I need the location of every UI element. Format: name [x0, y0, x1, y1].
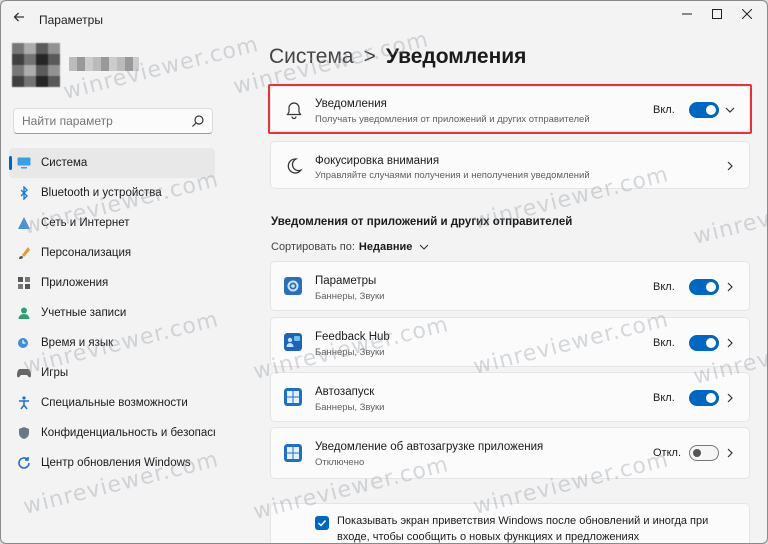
sidebar-item-personalization[interactable]: Персонализация	[9, 238, 215, 268]
app-title: Параметры	[39, 13, 103, 27]
arrow-left-icon	[13, 12, 24, 22]
breadcrumb-separator: >	[363, 45, 376, 68]
chevron-right-icon[interactable]	[725, 393, 735, 403]
app-status: Баннеры, Звуки	[315, 402, 385, 413]
search-box[interactable]	[13, 108, 213, 134]
focus-assist-subtitle: Управляйте случаями получения и неполуче…	[315, 170, 590, 181]
network-icon	[17, 216, 31, 230]
chevron-right-icon[interactable]	[725, 161, 735, 171]
back-button[interactable]	[11, 10, 27, 26]
app-card-autoplay[interactable]: Автозапуск Баннеры, Звуки Вкл.	[270, 372, 750, 422]
chevron-right-icon[interactable]	[725, 338, 735, 348]
sidebar-item-label: Система	[41, 157, 88, 169]
sidebar-item-label: Bluetooth и устройства	[41, 187, 162, 199]
page-title: Уведомления	[385, 45, 527, 68]
sidebar-item-apps[interactable]: Приложения	[9, 268, 215, 298]
section-heading: Уведомления от приложений и других отпра…	[271, 216, 573, 228]
sidebar-item-accessibility[interactable]: Специальные возможности	[9, 388, 215, 418]
sidebar-item-label: Специальные возможности	[41, 397, 188, 409]
welcome-experience-card: Показывать экран приветствия Windows пос…	[270, 503, 750, 543]
system-icon	[17, 156, 31, 170]
time-language-icon	[17, 336, 31, 350]
sidebar-item-label: Конфиденциальность и безопасность	[41, 427, 215, 439]
accessibility-icon	[17, 396, 31, 410]
close-button[interactable]	[731, 5, 763, 25]
breadcrumb: Система > Уведомления	[269, 45, 526, 69]
maximize-button[interactable]	[701, 5, 733, 25]
settings-window: Параметры Система Bluetooth и устройства…	[0, 0, 768, 544]
chevron-right-icon[interactable]	[725, 282, 735, 292]
app-status: Отключено	[315, 457, 365, 468]
app-card-startup[interactable]: Уведомление об автозагрузке приложения О…	[270, 427, 750, 479]
sidebar-item-windows-update[interactable]: Центр обновления Windows	[9, 448, 215, 478]
minimize-icon	[682, 13, 692, 15]
sidebar-item-label: Приложения	[41, 277, 109, 289]
startup-app-icon	[284, 444, 304, 464]
chevron-down-icon[interactable]	[419, 242, 429, 252]
app-name: Автозапуск	[315, 386, 375, 398]
settings-gear-app-icon	[284, 277, 304, 297]
sidebar-nav: Система Bluetooth и устройства Сеть и Ин…	[9, 148, 215, 478]
sidebar-item-label: Персонализация	[41, 247, 132, 259]
app-card-feedback-hub[interactable]: Feedback Hub Баннеры, Звуки Вкл.	[270, 317, 750, 367]
apps-icon	[17, 276, 31, 290]
sidebar-item-label: Время и язык	[41, 337, 114, 349]
focus-assist-title: Фокусировка внимания	[315, 155, 440, 167]
app-state-label: Откл.	[653, 447, 682, 459]
checkmark-icon	[317, 519, 327, 527]
app-toggle[interactable]	[689, 335, 719, 351]
focus-assist-card[interactable]: Фокусировка внимания Управляйте случаями…	[270, 141, 750, 189]
maximize-icon	[712, 9, 722, 19]
accounts-icon	[17, 306, 31, 320]
app-toggle[interactable]	[689, 390, 719, 406]
sidebar-item-label: Игры	[41, 367, 69, 379]
app-toggle[interactable]	[689, 445, 719, 461]
app-state-label: Вкл.	[653, 337, 675, 349]
search-icon[interactable]	[191, 114, 205, 128]
privacy-shield-icon	[17, 426, 31, 440]
sidebar-item-label: Сеть и Интернет	[41, 217, 130, 229]
chevron-right-icon[interactable]	[725, 448, 735, 458]
sidebar-item-label: Учетные записи	[41, 307, 127, 319]
app-name: Параметры	[315, 275, 377, 287]
app-name: Feedback Hub	[315, 331, 390, 343]
bluetooth-icon	[17, 186, 31, 200]
sidebar-item-label: Центр обновления Windows	[41, 457, 191, 469]
sidebar-item-accounts[interactable]: Учетные записи	[9, 298, 215, 328]
app-name: Уведомление об автозагрузке приложения	[315, 441, 544, 453]
sort-label: Сортировать по:	[271, 241, 355, 253]
highlight-frame	[268, 84, 752, 134]
sidebar-item-network[interactable]: Сеть и Интернет	[9, 208, 215, 238]
moon-icon	[287, 158, 303, 174]
sort-value[interactable]: Недавние	[359, 241, 412, 253]
sidebar-item-privacy[interactable]: Конфиденциальность и безопасность	[9, 418, 215, 448]
app-state-label: Вкл.	[653, 281, 675, 293]
sidebar-item-bluetooth[interactable]: Bluetooth и устройства	[9, 178, 215, 208]
sort-dropdown[interactable]: Сортировать по: Недавние	[271, 241, 429, 253]
windows-update-icon	[17, 456, 31, 470]
app-status: Баннеры, Звуки	[315, 347, 385, 358]
breadcrumb-parent[interactable]: Система	[269, 45, 354, 68]
welcome-experience-checkbox[interactable]	[315, 516, 329, 530]
app-card-settings[interactable]: Параметры Баннеры, Звуки Вкл.	[270, 261, 750, 311]
sidebar-item-gaming[interactable]: Игры	[9, 358, 215, 388]
welcome-experience-label: Показывать экран приветствия Windows пос…	[337, 515, 709, 543]
autoplay-app-icon	[284, 388, 304, 408]
sidebar-item-system[interactable]: Система	[9, 148, 215, 178]
minimize-button[interactable]	[671, 5, 703, 25]
gaming-icon	[17, 366, 31, 380]
close-icon	[741, 8, 753, 20]
app-toggle[interactable]	[689, 279, 719, 295]
search-input[interactable]	[22, 113, 182, 129]
user-name-blurred	[69, 57, 139, 71]
app-state-label: Вкл.	[653, 392, 675, 404]
app-status: Баннеры, Звуки	[315, 291, 385, 302]
title-bar: Параметры	[1, 1, 767, 35]
personalization-icon	[17, 246, 31, 260]
user-avatar[interactable]	[12, 43, 60, 87]
feedback-hub-app-icon	[284, 333, 304, 353]
sidebar-item-time-language[interactable]: Время и язык	[9, 328, 215, 358]
